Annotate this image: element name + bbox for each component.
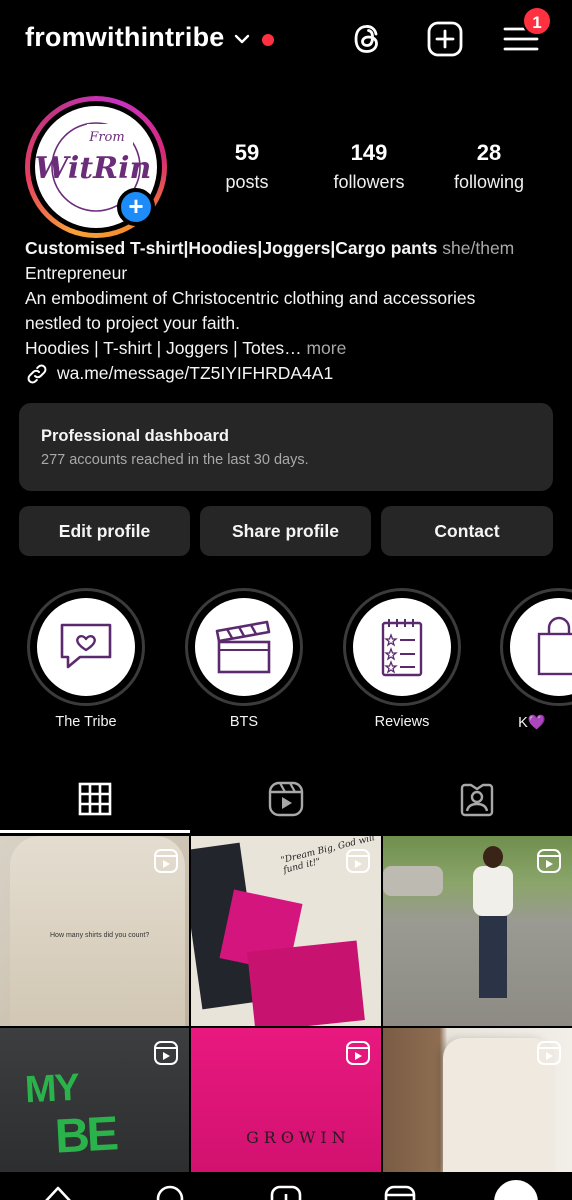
threads-icon[interactable]: [349, 20, 387, 58]
reels-icon: [268, 781, 304, 817]
active-tab-indicator: [0, 830, 190, 833]
highlight-label: K💜: [518, 715, 546, 731]
tab-tagged[interactable]: [382, 766, 572, 832]
post-5[interactable]: GRʘWIN: [191, 1028, 381, 1172]
create-plus-icon[interactable]: [426, 20, 464, 58]
posts-label: posts: [225, 172, 269, 192]
contact-button[interactable]: Contact: [381, 506, 553, 556]
bottom-nav: [0, 1172, 572, 1200]
category: Entrepreneur: [25, 263, 128, 283]
link-icon: [27, 364, 47, 383]
avatar-logo-small-text: From: [88, 130, 124, 145]
search-icon[interactable]: [155, 1184, 185, 1200]
add-story-button[interactable]: +: [117, 188, 155, 226]
highlight-the-tribe[interactable]: The Tribe: [27, 588, 147, 730]
reel-icon: [537, 1041, 561, 1065]
posts-count: 59: [234, 140, 260, 165]
bio-line-3: Hoodies | T-shirt | Joggers | Totes: [25, 338, 285, 358]
home-icon[interactable]: [42, 1184, 74, 1200]
followers-count: 149: [350, 140, 388, 165]
bio-line-2: nestled to project your faith.: [25, 313, 240, 333]
post-1-text: How many shirts did you count?: [50, 932, 150, 939]
reel-icon: [346, 849, 370, 873]
bio-ellipsis: …: [284, 338, 302, 358]
professional-dashboard[interactable]: Professional dashboard 277 accounts reac…: [19, 403, 553, 491]
highlight-label: Reviews: [374, 714, 430, 730]
reels-nav-icon[interactable]: [384, 1184, 416, 1200]
top-bar: fromwithintribe 1: [0, 0, 572, 80]
create-icon[interactable]: [270, 1184, 302, 1200]
chevron-down-icon[interactable]: [233, 30, 251, 48]
username[interactable]: fromwithintribe: [25, 22, 225, 53]
checklist-icon: [381, 619, 423, 677]
dashboard-subtitle: 277 accounts reached in the last 30 days…: [41, 452, 309, 468]
post-5-text: GRʘWIN: [246, 1128, 351, 1147]
tab-grid[interactable]: [0, 766, 190, 832]
unread-dot: [262, 34, 274, 46]
grid-icon: [78, 782, 112, 816]
shopping-bag-icon: [537, 616, 572, 676]
highlight-bts[interactable]: BTS: [185, 588, 305, 730]
clapperboard-icon: [215, 620, 271, 674]
profile-name: Customised T-shirt|Hoodies|Joggers|Cargo…: [25, 238, 438, 258]
following-stat[interactable]: 28 following: [446, 140, 532, 193]
post-6[interactable]: [383, 1028, 572, 1172]
pronouns: she/them: [442, 238, 515, 258]
following-count: 28: [476, 140, 502, 165]
post-1[interactable]: How many shirts did you count?: [0, 836, 189, 1026]
post-3[interactable]: [383, 836, 572, 1026]
share-profile-button[interactable]: Share profile: [200, 506, 371, 556]
notification-badge: 1: [522, 6, 552, 36]
tab-reels[interactable]: [191, 766, 381, 832]
profile-nav-avatar[interactable]: [494, 1180, 538, 1200]
link-text: wa.me/message/TZ5IYIFHRDA4A1: [57, 363, 334, 383]
following-label: following: [453, 172, 525, 192]
avatar-logo-text: WitRin: [35, 151, 151, 186]
tagged-person-icon: [460, 783, 494, 817]
highlight-k[interactable]: K💜: [500, 588, 572, 731]
highlight-label: The Tribe: [55, 714, 117, 730]
profile-tabs: [0, 766, 572, 832]
chat-heart-icon: [60, 623, 112, 669]
dashboard-title: Professional dashboard: [41, 427, 229, 445]
highlight-label: BTS: [229, 714, 259, 730]
post-2[interactable]: "Dream Big, God will fund it!": [191, 836, 381, 1026]
posts-stat[interactable]: 59 posts: [206, 140, 288, 193]
bio: Customised T-shirt|Hoodies|Joggers|Cargo…: [25, 236, 555, 386]
reel-icon: [537, 849, 561, 873]
highlight-reviews[interactable]: Reviews: [343, 588, 463, 730]
edit-profile-button[interactable]: Edit profile: [19, 506, 190, 556]
bio-line-1: An embodiment of Christocentric clothing…: [25, 288, 476, 308]
followers-label: followers: [333, 172, 405, 192]
post-4[interactable]: MY BE: [0, 1028, 189, 1172]
profile-link[interactable]: wa.me/message/TZ5IYIFHRDA4A1: [25, 361, 555, 386]
reel-icon: [346, 1041, 370, 1065]
reel-icon: [154, 1041, 178, 1065]
bio-more-link[interactable]: more: [302, 338, 346, 358]
reel-icon: [154, 849, 178, 873]
followers-stat[interactable]: 149 followers: [324, 140, 414, 193]
